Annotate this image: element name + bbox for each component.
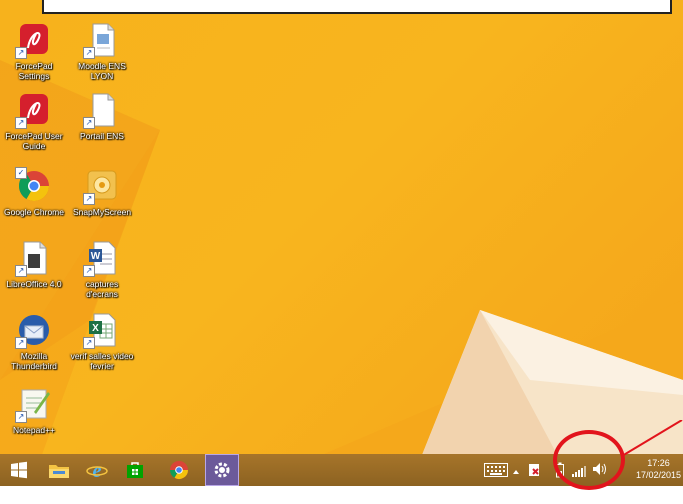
clock-date: 17/02/2015 — [635, 470, 682, 480]
flag-action-center-icon — [529, 464, 539, 476]
taskbar-file-explorer[interactable] — [42, 454, 76, 486]
icon-label: fevrier — [90, 361, 114, 371]
icon-label: LibreOffice 4.0 — [6, 279, 62, 289]
desktop: ↗ ForcePad Settings ↗ ForcePad User Guid… — [0, 0, 683, 460]
icon-label: Notepad++ — [12, 425, 56, 435]
forcepad-icon: ↗ — [15, 22, 52, 59]
icon-label: Thunderbird — [11, 361, 57, 371]
touch-keyboard-button[interactable] — [484, 463, 508, 482]
forcepad-icon: ↗ — [15, 92, 52, 129]
icon-label: captures d'ecrans — [85, 279, 119, 299]
desktop-icon-captures-decrans[interactable]: W ↗ captures d'ecrans — [70, 240, 134, 299]
thunderbird-icon: ↗ — [15, 312, 52, 349]
internet-explorer-icon: e — [86, 460, 108, 480]
show-hidden-icons-button[interactable] — [512, 464, 520, 482]
taskbar-settings[interactable] — [205, 454, 239, 486]
desktop-icon-verif-salles-video[interactable]: X ↗ verif salles video fevrier — [70, 312, 134, 371]
icon-label: Settings — [18, 71, 50, 81]
windows-logo-icon — [11, 461, 27, 479]
desktop-icon-snapmyscreen[interactable]: ↗ SnapMyScreen — [70, 168, 134, 217]
svg-text:W: W — [91, 251, 101, 262]
icon-label: verif salles video — [70, 351, 134, 361]
settings-gear-icon — [214, 462, 230, 478]
file-explorer-icon — [49, 465, 69, 478]
start-button[interactable] — [2, 454, 36, 486]
notepad-plus-plus-icon: ↗ — [15, 386, 52, 423]
annotation-arrow-line — [621, 420, 683, 457]
desktop-icon-portail-ens[interactable]: ↗ Portail ENS — [70, 92, 134, 141]
desktop-icon-libreoffice[interactable]: ↗ LibreOffice 4.0 — [2, 240, 66, 289]
chrome-icon — [170, 461, 188, 480]
document-icon: ↗ — [83, 92, 120, 129]
svg-text:e: e — [93, 460, 102, 480]
taskbar-internet-explorer[interactable]: e — [80, 454, 114, 486]
icon-label: LYON — [90, 71, 114, 81]
icon-label: ForcePad User — [5, 131, 63, 141]
keyboard-icon — [484, 463, 508, 477]
action-center-button[interactable] — [528, 462, 542, 483]
icon-label: SnapMyScreen — [72, 207, 132, 217]
callout-box — [42, 0, 672, 14]
icon-label: Mozilla — [20, 351, 48, 361]
desktop-icon-forcepad-settings[interactable]: ↗ ForcePad Settings — [2, 22, 66, 81]
desktop-icon-google-chrome[interactable]: ✓ Google Chrome — [2, 167, 66, 217]
snapmyscreen-icon: ↗ — [83, 168, 120, 205]
show-hidden-icons-icon — [513, 470, 519, 474]
excel-document-icon: X ↗ — [83, 312, 120, 349]
word-document-icon: W ↗ — [83, 240, 120, 277]
desktop-icon-forcepad-user-guide[interactable]: ↗ ForcePad User Guide — [2, 92, 66, 151]
desktop-icon-mozilla-thunderbird[interactable]: ↗ Mozilla Thunderbird — [2, 312, 66, 371]
taskbar-clock[interactable]: 17:26 17/02/2015 — [634, 457, 683, 481]
svg-text:X: X — [92, 323, 99, 334]
taskbar-store[interactable] — [118, 454, 152, 486]
document-icon: ↗ — [83, 22, 120, 59]
icon-label: Moodle ENS — [78, 61, 126, 71]
store-icon — [127, 462, 143, 478]
desktop-icon-notepad-plus-plus[interactable]: ↗ Notepad++ — [2, 386, 66, 435]
libreoffice-icon: ↗ — [15, 240, 52, 277]
icon-label: Google Chrome — [3, 207, 64, 217]
icon-label: ForcePad — [15, 61, 53, 71]
icon-label: Guide — [22, 141, 46, 151]
taskbar-chrome[interactable] — [162, 454, 196, 486]
chrome-icon: ✓ — [15, 167, 52, 204]
icon-label: Portail ENS — [80, 131, 124, 141]
desktop-icon-moodle-ens-lyon[interactable]: ↗ Moodle ENS LYON — [70, 22, 134, 81]
